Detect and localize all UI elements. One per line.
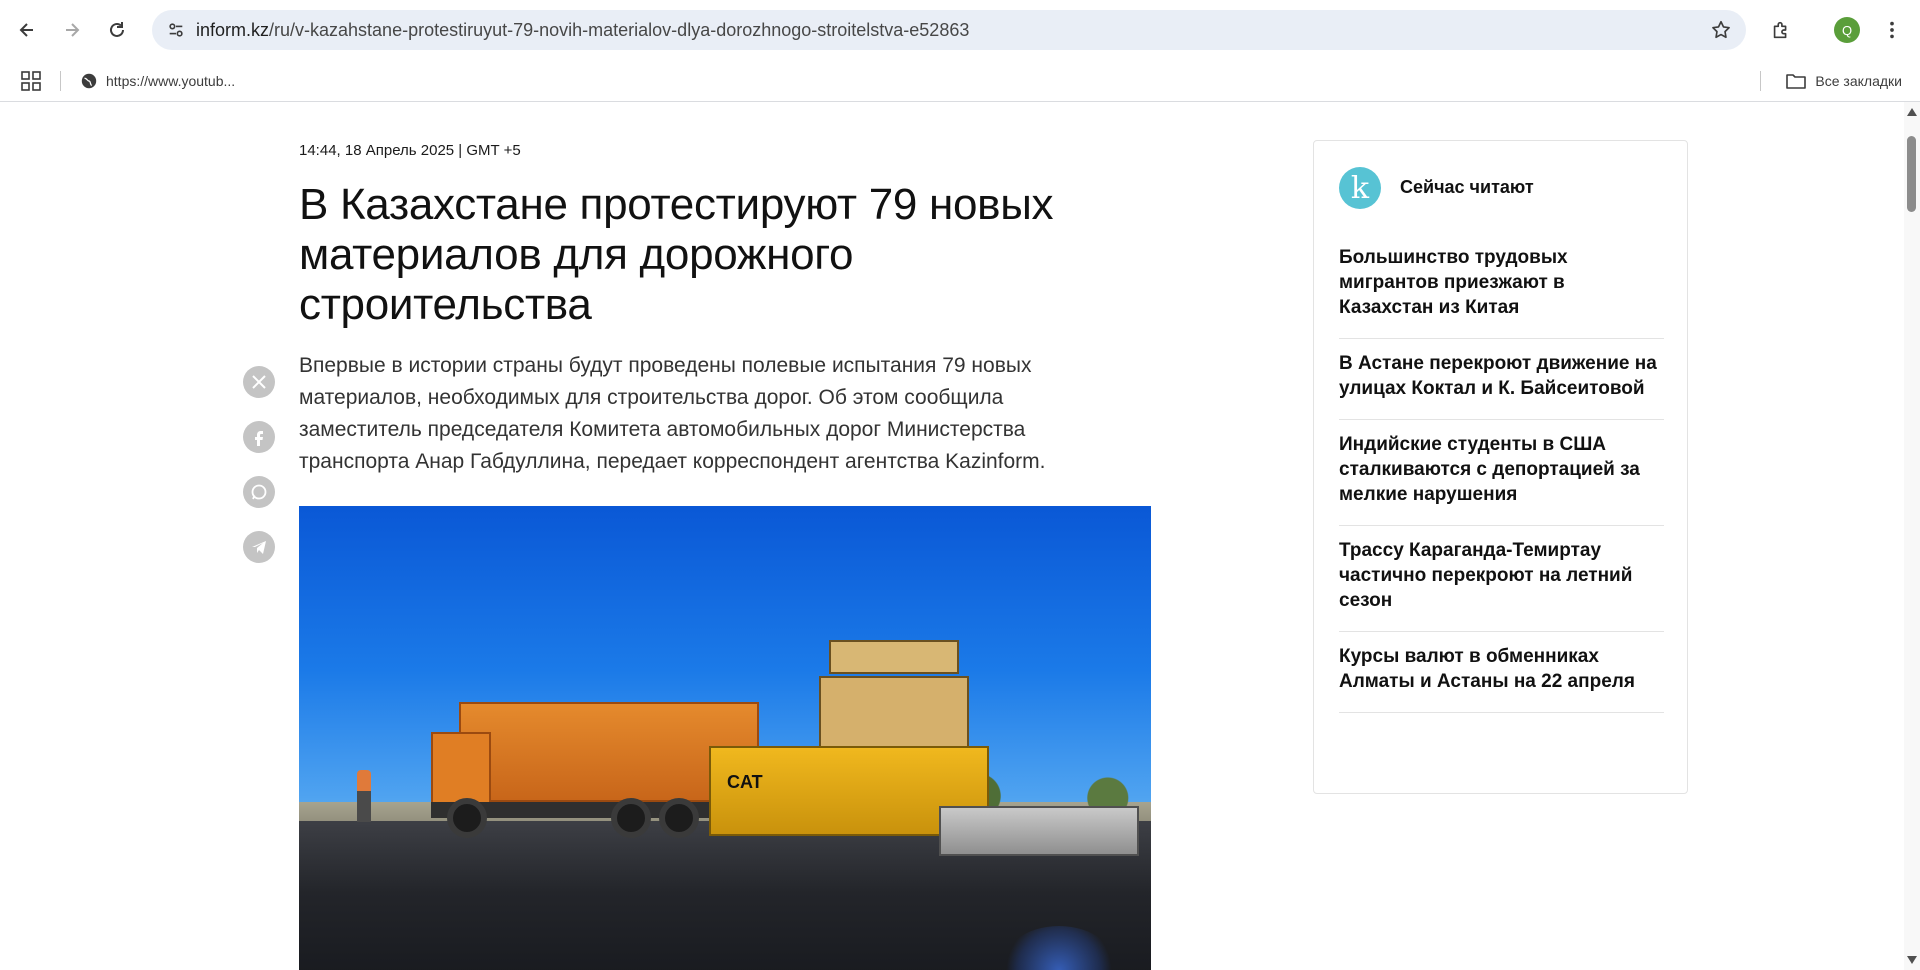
list-item[interactable]: Трассу Караганда-Темиртау частично перек…	[1339, 526, 1664, 632]
now-reading-panel: k Сейчас читают Большинство трудовых миг…	[1313, 140, 1688, 794]
hero-paver-screed	[939, 806, 1139, 856]
url-text: inform.kz/ru/v-kazahstane-protestiruyut-…	[196, 20, 969, 41]
now-reading-list: Большинство трудовых мигрантов приезжают…	[1339, 245, 1664, 713]
arrow-left-icon	[19, 23, 33, 37]
article-hero-image: CAT	[299, 506, 1151, 970]
hero-worker	[357, 770, 371, 822]
url-path: /ru/v-kazahstane-protestiruyut-79-novih-…	[269, 20, 970, 40]
bookmarks-divider	[60, 71, 61, 91]
scroll-up-icon[interactable]	[1907, 108, 1917, 116]
article-date: 14:44, 18 Апрель 2025 | GMT +5	[299, 142, 521, 159]
globe-icon	[81, 73, 97, 89]
arrow-right-icon	[66, 23, 80, 37]
bookmark-youtube[interactable]: https://www.youtub...	[80, 70, 235, 92]
x-icon	[252, 375, 266, 389]
now-reading-title: Сейчас читают	[1400, 177, 1534, 197]
article-lead: Впервые в истории страны будут проведены…	[299, 354, 1046, 473]
browser-toolbar: inform.kz/ru/v-kazahstane-protestiruyut-…	[0, 0, 1920, 60]
browser-menu-button[interactable]	[1876, 14, 1908, 46]
bookmark-label: https://www.youtub...	[106, 73, 236, 89]
star-icon[interactable]	[1710, 19, 1732, 41]
share-whatsapp-button[interactable]	[243, 476, 275, 508]
web-page: 14:44, 18 Апрель 2025 | GMT +5 В Казахст…	[0, 102, 1904, 970]
bookmarks-divider	[1760, 71, 1761, 91]
hero-wheel	[659, 798, 699, 838]
list-item[interactable]: Индийские студенты в США сталкиваются с …	[1339, 420, 1664, 526]
hero-paver-roof	[829, 640, 959, 674]
tune-icon	[169, 23, 183, 37]
whatsapp-icon	[251, 484, 267, 500]
kazinform-logo: k	[1339, 167, 1381, 209]
list-item[interactable]: В Астане перекроют движение на улицах Ко…	[1339, 339, 1664, 420]
extensions-button[interactable]	[1765, 14, 1797, 46]
all-bookmarks-label: Все закладки	[1815, 73, 1902, 89]
scrollbar-thumb[interactable]	[1907, 136, 1916, 212]
kebab-menu-icon	[1890, 21, 1894, 39]
hero-dump-truck-cab	[431, 732, 491, 804]
forward-button[interactable]	[54, 12, 90, 48]
hero-cat-label: CAT	[727, 772, 763, 792]
page-scrollbar[interactable]	[1904, 102, 1920, 970]
puzzle-icon	[1773, 21, 1787, 39]
share-telegram-button[interactable]	[243, 531, 275, 563]
scroll-down-icon[interactable]	[1907, 956, 1917, 964]
hero-wheel	[447, 798, 487, 838]
site-info-button[interactable]	[164, 18, 188, 42]
reload-icon	[110, 22, 124, 37]
all-bookmarks-button[interactable]: Все закладки	[1785, 70, 1902, 92]
reload-button[interactable]	[99, 12, 135, 48]
facebook-icon	[255, 431, 263, 446]
list-item[interactable]: Большинство трудовых мигрантов приезжают…	[1339, 245, 1664, 339]
article-title: В Казахстане протестируют 79 новых матер…	[299, 180, 1054, 329]
list-item[interactable]: Курсы валют в обменниках Алматы и Астаны…	[1339, 632, 1664, 713]
url-domain: inform.kz	[196, 20, 270, 40]
hero-wheel	[611, 798, 651, 838]
back-button[interactable]	[9, 12, 45, 48]
profile-avatar[interactable]: Q	[1834, 17, 1860, 43]
share-x-button[interactable]	[243, 366, 275, 398]
hero-paver-cab	[819, 676, 969, 751]
telegram-icon	[252, 541, 266, 554]
apps-grid-icon[interactable]	[20, 70, 42, 92]
address-bar[interactable]: inform.kz/ru/v-kazahstane-protestiruyut-…	[152, 10, 1746, 50]
share-facebook-button[interactable]	[243, 421, 275, 453]
bookmarks-bar: https://www.youtub... Все закладки	[0, 60, 1920, 102]
folder-icon	[1786, 74, 1807, 89]
